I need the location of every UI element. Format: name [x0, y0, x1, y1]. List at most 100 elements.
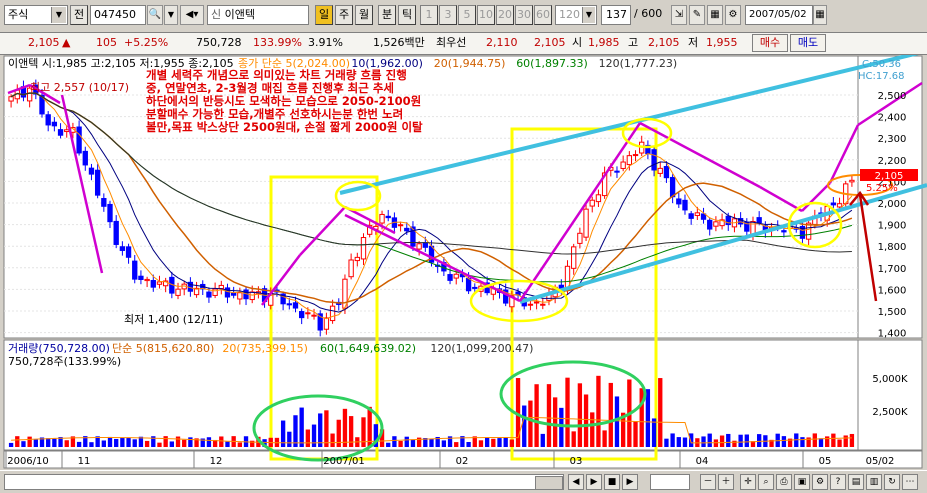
date-axis-label: 02: [456, 456, 469, 467]
layout-icon[interactable]: ▥: [866, 474, 882, 490]
sell-button[interactable]: 매도: [790, 34, 826, 52]
interval-button[interactable]: 20: [496, 5, 514, 25]
candle-body: [175, 288, 181, 296]
interval-input[interactable]: 120 ▼: [555, 5, 597, 25]
grid-icon[interactable]: ▦: [707, 5, 723, 25]
magnifier-icon[interactable]: ⌕: [758, 474, 774, 490]
volume-bar: [114, 438, 119, 447]
volume-bar: [757, 434, 762, 447]
gear-icon[interactable]: ⚙: [725, 5, 741, 25]
candle-body: [354, 256, 360, 262]
speaker-icon[interactable]: ◀▾: [180, 5, 204, 25]
horizontal-scrollbar[interactable]: [4, 474, 564, 490]
volume-bar: [361, 417, 366, 447]
save-icon[interactable]: ▣: [794, 474, 810, 490]
scroll-thumb[interactable]: [535, 476, 563, 490]
candle-body: [379, 213, 385, 224]
stock-chart[interactable]: 이앤텍 시:1,985 고:2,105 저:1,955 종:2,105 종가 단순…: [0, 55, 927, 469]
volume-bar: [120, 437, 125, 447]
date-input[interactable]: 2007/05/02: [745, 5, 813, 25]
volume-bar: [324, 410, 329, 447]
interval-button[interactable]: 3: [439, 5, 457, 25]
interval-button[interactable]: 1: [420, 5, 438, 25]
sell-label: 매도: [797, 36, 819, 49]
price-change: 105: [96, 36, 117, 49]
low-label: 저: [688, 36, 699, 49]
candle-body: [577, 232, 583, 244]
best-quote-label: 최우선: [436, 36, 467, 49]
period-daily-button[interactable]: 일: [315, 5, 333, 25]
volume-bar: [843, 435, 848, 447]
zoom-out-icon[interactable]: －: [700, 474, 716, 490]
chevron-down-icon[interactable]: ▼: [582, 7, 595, 23]
volume-bar: [837, 439, 842, 447]
interval-button[interactable]: 10: [477, 5, 495, 25]
candle-body: [94, 169, 101, 196]
candle-body: [206, 291, 212, 298]
prev-button[interactable]: 전: [70, 5, 88, 25]
candle-body: [119, 246, 126, 251]
interval-label: 10: [479, 8, 493, 21]
stock-code-input[interactable]: 047450: [90, 5, 146, 25]
help-icon[interactable]: ?: [830, 474, 846, 490]
volume-bar: [546, 384, 552, 447]
crosshair-icon[interactable]: ✛: [740, 474, 756, 490]
candle-body: [218, 284, 224, 290]
period-tick-button[interactable]: 틱: [398, 5, 416, 25]
search-icon[interactable]: 🔍: [147, 5, 163, 25]
refresh-icon[interactable]: ↻: [884, 474, 900, 490]
change-percent: +5.25%: [124, 36, 169, 49]
candle-body: [595, 194, 602, 203]
buy-button[interactable]: 매수: [752, 34, 788, 52]
stop-icon[interactable]: ■: [604, 474, 620, 490]
chevron-down-icon[interactable]: ▼: [51, 7, 66, 23]
volume-bar: [386, 442, 391, 447]
period-minute-button[interactable]: 분: [378, 5, 396, 25]
zoom-icon[interactable]: ⇲: [671, 5, 687, 25]
calendar-icon[interactable]: ▦: [813, 5, 827, 25]
buy-label: 매수: [759, 36, 781, 49]
volume-bar: [410, 439, 416, 447]
volume-legend-item: 60(1,649,639.02): [320, 342, 416, 355]
settings-icon[interactable]: ⚙: [812, 474, 828, 490]
print-icon[interactable]: ⎙: [776, 474, 792, 490]
period-weekly-button[interactable]: 주: [335, 5, 353, 25]
chart-type-icon[interactable]: ▤: [848, 474, 864, 490]
period-monthly-button[interactable]: 월: [355, 5, 373, 25]
chevron-down-icon[interactable]: ▼: [164, 5, 178, 25]
speed-slider[interactable]: [650, 474, 690, 490]
volume-axis-label: 2,500K: [872, 407, 908, 418]
volume-bar: [157, 442, 162, 447]
credit-label: 신: [211, 8, 222, 21]
volume-bar: [466, 441, 471, 447]
market-type-select[interactable]: 주식 ▼: [4, 5, 68, 25]
volume-bar: [219, 436, 224, 447]
scroll-left-icon[interactable]: ◀: [568, 474, 584, 490]
candle-body: [614, 170, 620, 173]
annotation-line: 중, 연말연초, 2-3월경 매집 흐름 진행후 최근 추세: [146, 81, 394, 95]
date-axis-label: 11: [78, 456, 91, 467]
more-icon[interactable]: ⋯: [902, 474, 918, 490]
volume-bar: [633, 420, 638, 447]
period-label: 주: [338, 8, 350, 21]
volume-bar: [182, 439, 187, 447]
volume-bar: [169, 441, 174, 447]
prev-label: 전: [73, 8, 85, 21]
volume-bar: [689, 433, 694, 447]
zoom-in-icon[interactable]: ＋: [718, 474, 734, 490]
interval-label: 1: [425, 8, 433, 21]
volume-bar: [583, 394, 589, 447]
view-count-input[interactable]: 137: [601, 5, 631, 25]
candle-body: [249, 291, 255, 301]
candle-body: [651, 149, 657, 171]
candle-body: [688, 213, 694, 219]
interval-button[interactable]: 60: [534, 5, 552, 25]
interval-button[interactable]: 5: [458, 5, 476, 25]
volume-axis-label: 5,000K: [872, 374, 908, 385]
play-icon[interactable]: ▶: [586, 474, 602, 490]
best-ask: 2,110: [486, 36, 518, 49]
scroll-right-icon[interactable]: ▶: [622, 474, 638, 490]
tools-icon[interactable]: ✎: [689, 5, 705, 25]
interval-button[interactable]: 30: [515, 5, 533, 25]
volume-bar: [552, 397, 558, 447]
